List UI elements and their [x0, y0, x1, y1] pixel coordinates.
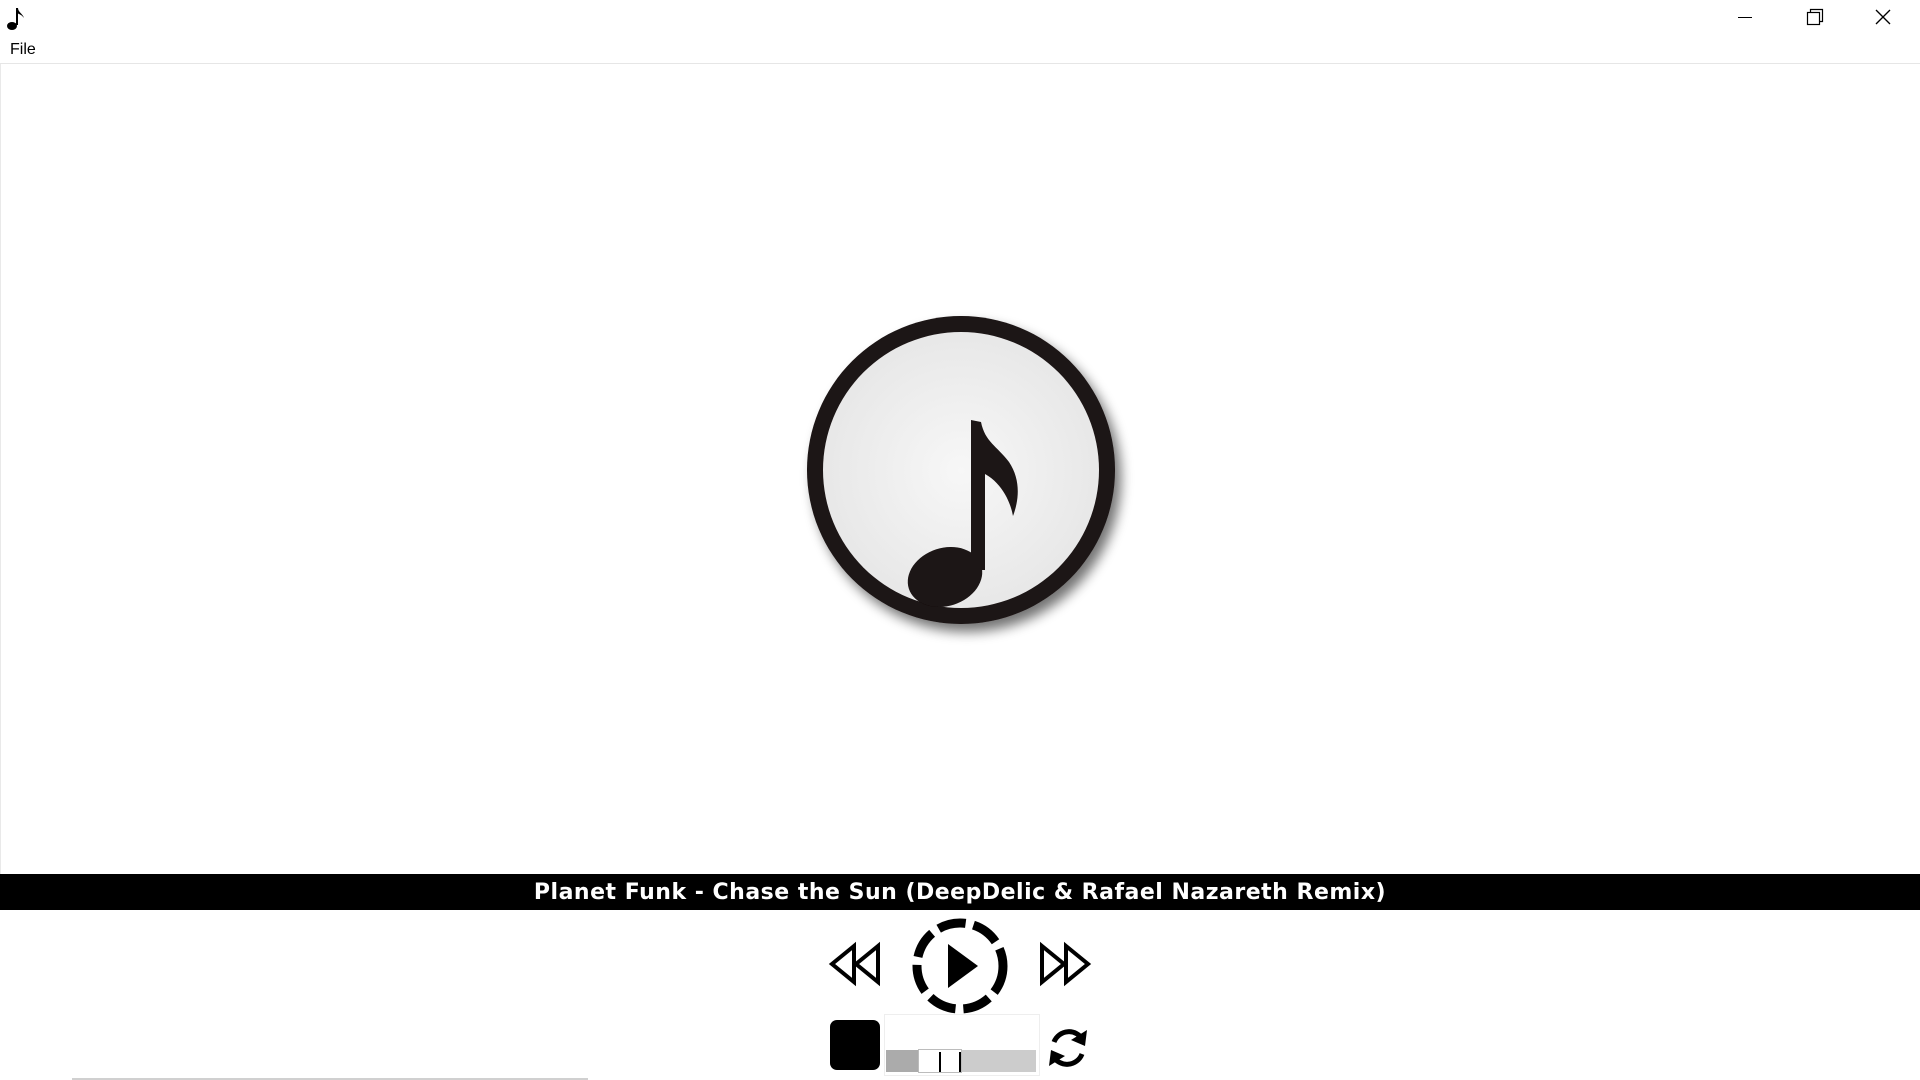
slider-fill: [886, 1050, 918, 1072]
fast-forward-icon: [1040, 941, 1092, 987]
track-title: Planet Funk - Chase the Sun (DeepDelic &…: [533, 879, 1387, 905]
media-player-window: File Planet Funk - Chase the Sun (DeepDe…: [0, 0, 1920, 1080]
close-icon: [1875, 9, 1891, 25]
now-playing-bar: Planet Funk - Chase the Sun (DeepDelic &…: [0, 874, 1920, 910]
repeat-icon: [1049, 1029, 1087, 1067]
play-icon: [912, 918, 1008, 1014]
play-button[interactable]: [908, 914, 1012, 1018]
rewind-icon: [828, 941, 880, 987]
rewind-button[interactable]: [828, 940, 884, 988]
volume-slider[interactable]: [884, 1014, 1040, 1076]
fast-forward-button[interactable]: [1036, 940, 1092, 988]
stop-button[interactable]: [830, 1020, 880, 1070]
slider-grip: [959, 1052, 961, 1072]
menu-bar: File: [0, 36, 1920, 64]
repeat-button[interactable]: [1043, 1020, 1093, 1076]
menu-file[interactable]: File: [4, 39, 42, 61]
restore-button[interactable]: [1780, 0, 1850, 34]
title-bar: [0, 0, 1920, 36]
restore-icon: [1806, 8, 1824, 26]
music-note-circle-icon: [781, 294, 1141, 654]
slider-grip: [939, 1052, 941, 1072]
artwork-area: [0, 64, 1920, 874]
playback-controls: [0, 910, 1920, 1080]
slider-thumb[interactable]: [918, 1049, 962, 1073]
music-note-icon: [4, 4, 28, 32]
minimize-button[interactable]: [1710, 0, 1780, 34]
minimize-icon: [1738, 17, 1752, 18]
close-button[interactable]: [1848, 0, 1918, 34]
